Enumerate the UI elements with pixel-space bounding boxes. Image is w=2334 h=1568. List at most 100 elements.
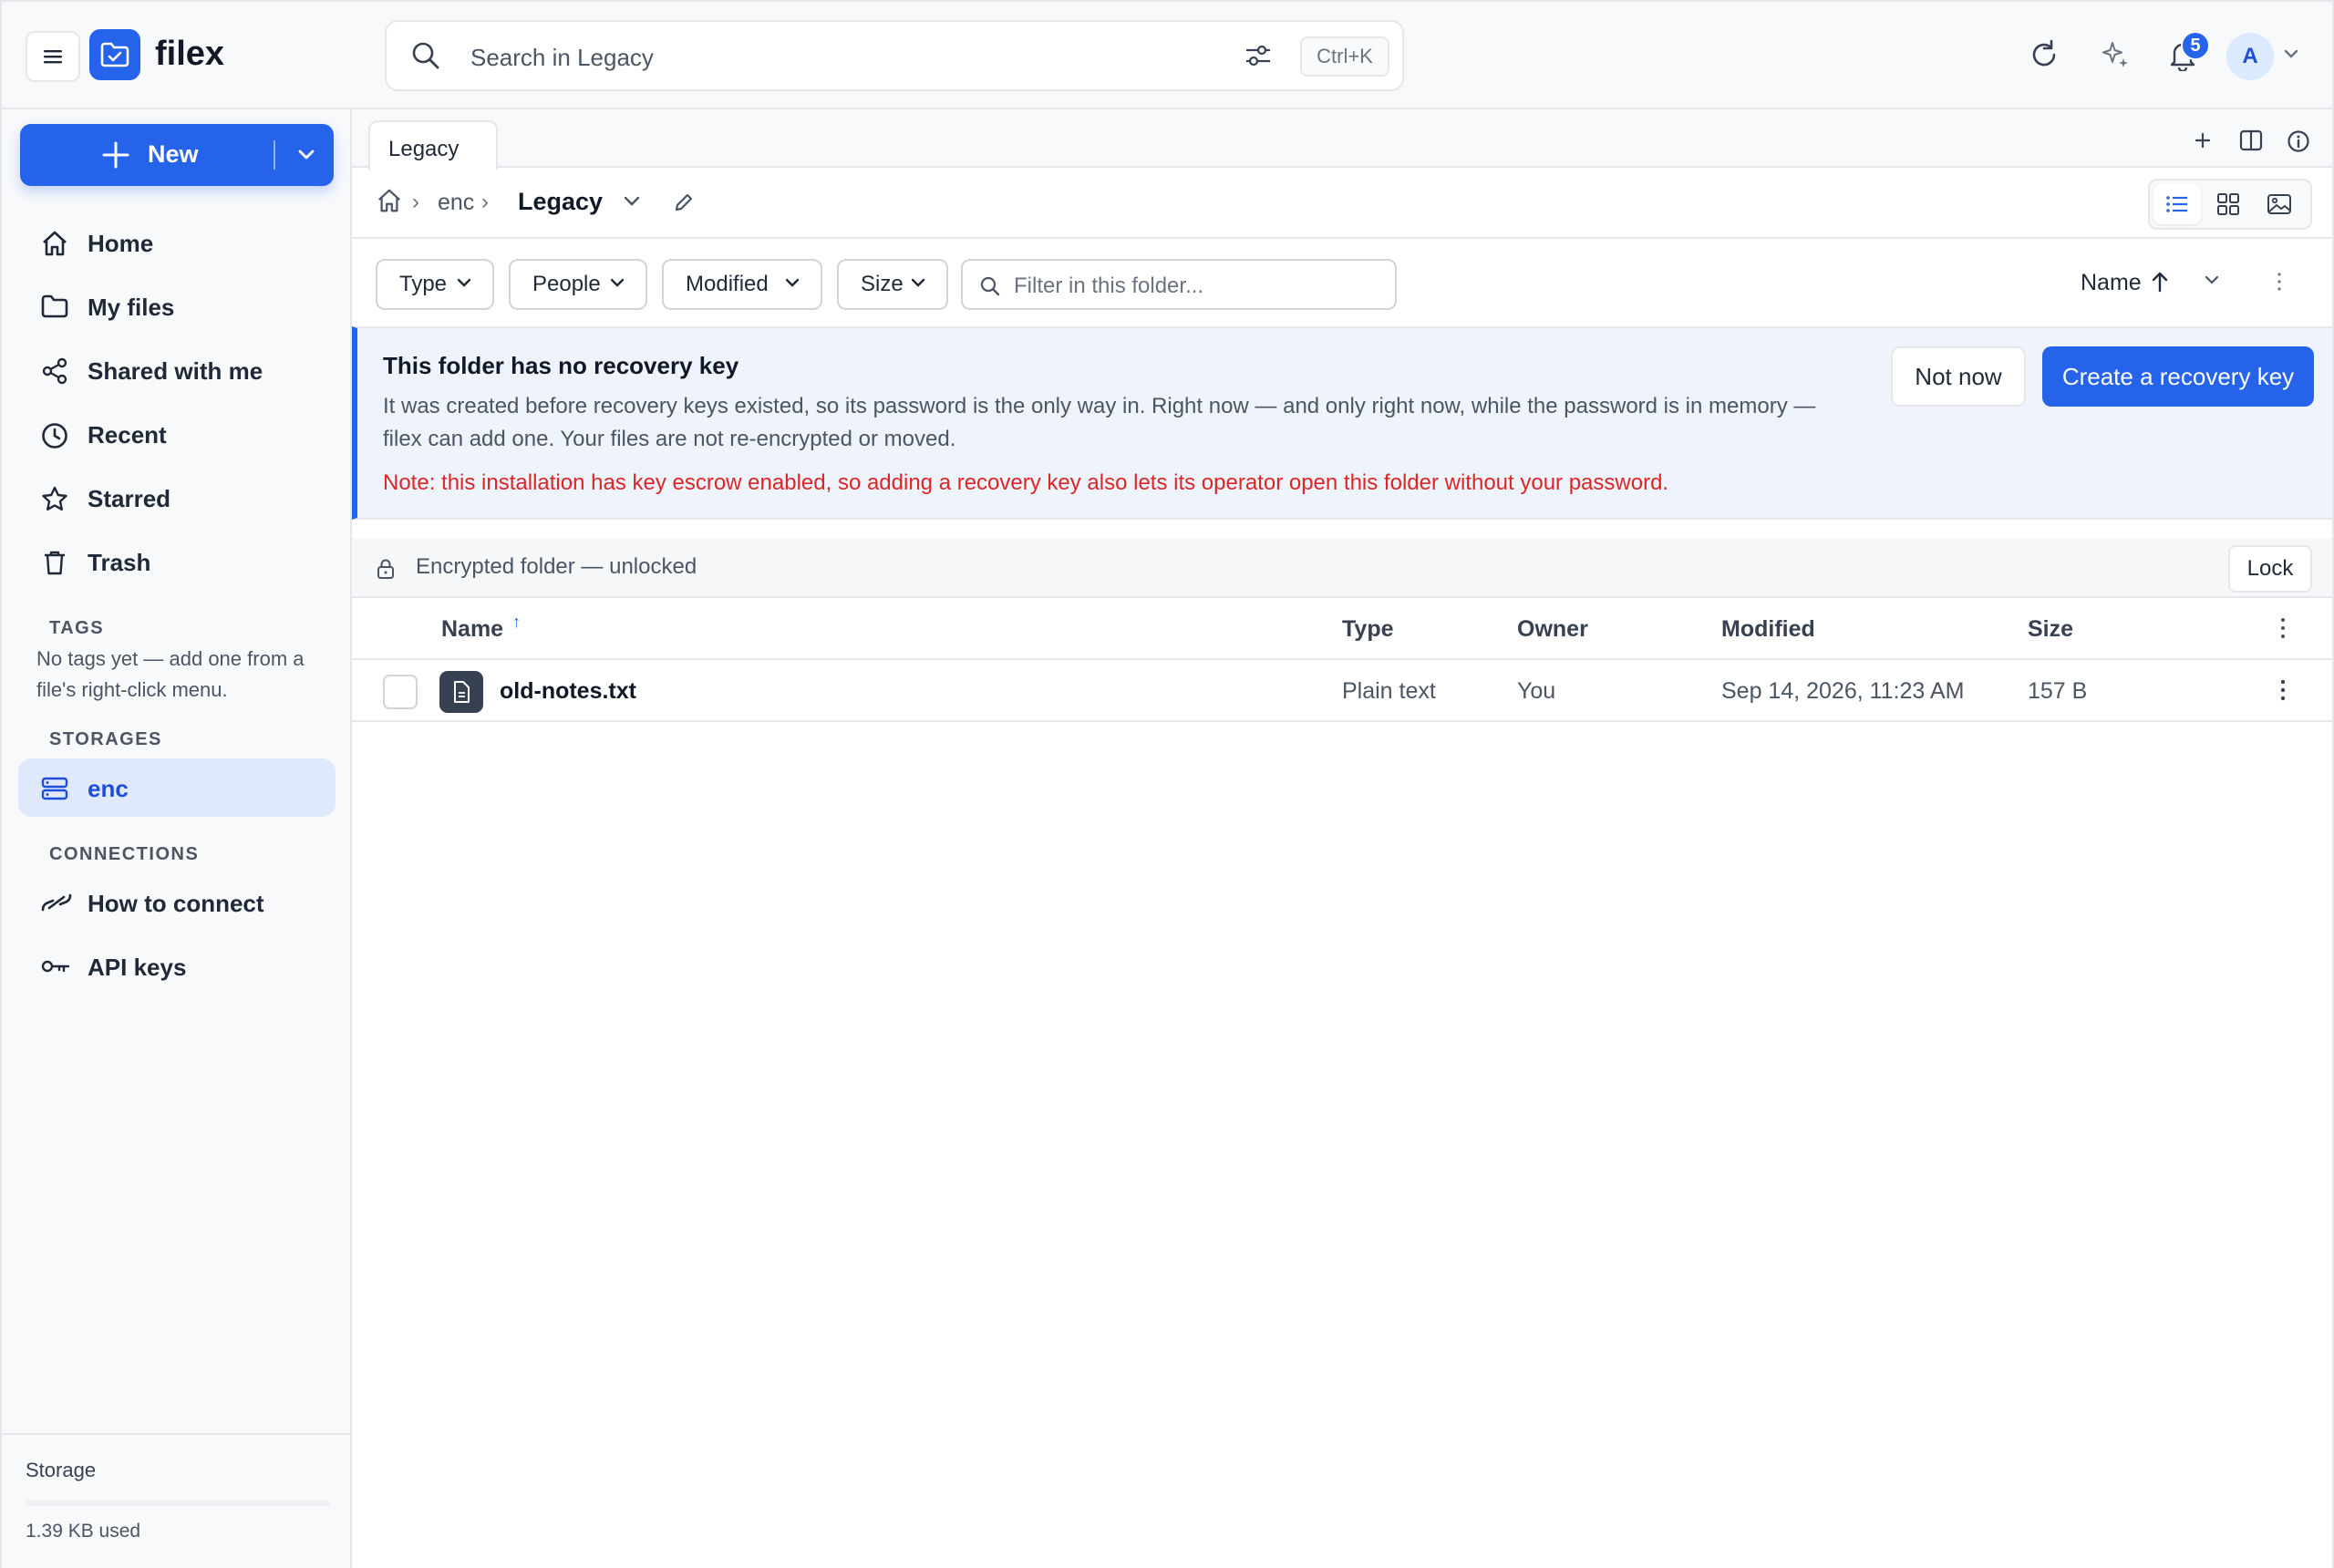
refresh-icon[interactable] — [2028, 38, 2060, 71]
column-name[interactable]: Name — [441, 616, 503, 643]
chevron-down-icon[interactable] — [2203, 273, 2221, 288]
arrow-up-icon[interactable] — [2150, 270, 2170, 294]
filter-type[interactable]: Type — [376, 259, 494, 310]
breadcrumb-root[interactable]: enc — [438, 190, 474, 216]
menu-button[interactable] — [26, 31, 80, 82]
folder-icon — [41, 294, 68, 318]
info-icon[interactable] — [2287, 129, 2310, 153]
storage-usage: Storage 1.39 KB used — [2, 1433, 350, 1568]
sidebar-item-how-to-connect[interactable]: How to connect — [18, 873, 336, 932]
sidebar-item-label: My files — [88, 294, 175, 321]
not-now-button[interactable]: Not now — [1891, 346, 2026, 407]
top-bar: filex Search in Legacy Ctrl+K 5 A — [2, 2, 2332, 109]
lock-button[interactable]: Lock — [2228, 545, 2312, 593]
chevron-down-icon[interactable] — [295, 144, 317, 166]
clock-icon — [42, 423, 67, 449]
search-box[interactable]: Search in Legacy Ctrl+K — [385, 20, 1404, 91]
new-button-divider — [274, 140, 275, 170]
more-vertical-icon[interactable] — [2279, 616, 2287, 640]
sidebar-item-shared-with-me[interactable]: Shared with me — [18, 341, 336, 399]
filter-modified[interactable]: Modified — [662, 259, 822, 310]
storage-used: 1.39 KB used — [26, 1521, 141, 1542]
chevron-down-icon[interactable] — [2283, 47, 2299, 60]
key-icon — [41, 960, 70, 973]
column-owner[interactable]: Owner — [1517, 616, 1588, 643]
sidebar: New Home My files Shared with me Recent … — [2, 109, 352, 1568]
grid-view-button[interactable] — [2205, 184, 2252, 224]
banner-body: It was created before recovery keys exis… — [383, 394, 1816, 451]
sidebar-item-label: Recent — [88, 421, 167, 449]
grid-icon — [2217, 193, 2239, 215]
list-icon — [2166, 196, 2187, 212]
gallery-view-button[interactable] — [2256, 184, 2303, 224]
banner-warning-note: Note: this installation has key escrow e… — [383, 470, 1669, 495]
file-modified: Sep 14, 2026, 11:23 AM — [1721, 678, 1965, 704]
folder-check-icon — [100, 42, 129, 67]
file-name[interactable]: old-notes.txt — [500, 678, 636, 705]
sidebar-item-label: Trash — [88, 549, 151, 576]
sidebar-item-recent[interactable]: Recent — [18, 405, 336, 463]
banner-title: This folder has no recovery key — [383, 352, 739, 379]
share-icon — [42, 357, 67, 385]
sidebar-item-label: Home — [88, 230, 154, 257]
sliders-icon[interactable] — [1244, 42, 1273, 69]
sparkle-icon[interactable] — [2099, 38, 2132, 71]
sidebar-item-api-keys[interactable]: API keys — [18, 937, 336, 995]
column-size[interactable]: Size — [2028, 616, 2073, 643]
home-icon[interactable] — [376, 188, 403, 213]
sort-field[interactable]: Name — [2081, 270, 2142, 296]
notification-badge: 5 — [2181, 31, 2210, 60]
filter-label: Modified — [686, 272, 769, 296]
filter-label: Type — [399, 272, 448, 296]
chevron-down-icon — [610, 278, 625, 287]
folder-filter-input[interactable]: Filter in this folder... — [961, 259, 1397, 310]
file-type: Plain text — [1342, 678, 1436, 704]
add-tab-icon[interactable] — [2192, 129, 2214, 151]
app-logo[interactable] — [89, 29, 140, 80]
sidebar-item-home[interactable]: Home — [18, 213, 336, 272]
sidebar-item-trash[interactable]: Trash — [18, 532, 336, 591]
column-modified[interactable]: Modified — [1721, 616, 1815, 643]
column-type[interactable]: Type — [1342, 616, 1394, 643]
storage-title: Storage — [26, 1459, 97, 1481]
breadcrumb-current[interactable]: Legacy — [518, 188, 603, 216]
row-checkbox[interactable] — [383, 675, 418, 709]
more-vertical-icon[interactable] — [2279, 678, 2287, 702]
sidebar-item-my-files[interactable]: My files — [18, 277, 336, 335]
file-owner: You — [1517, 678, 1556, 704]
pencil-icon[interactable] — [673, 191, 695, 213]
link-icon — [41, 893, 72, 912]
filter-people[interactable]: People — [509, 259, 647, 310]
tab-legacy[interactable]: Legacy — [368, 120, 498, 170]
hamburger-icon — [44, 50, 62, 64]
filter-size[interactable]: Size — [837, 259, 948, 310]
more-vertical-icon[interactable] — [2276, 272, 2283, 292]
app-name: filex — [155, 35, 225, 73]
encryption-status: Encrypted folder — unlocked — [416, 554, 697, 579]
sidebar-item-enc[interactable]: enc — [18, 758, 336, 817]
list-view-button[interactable] — [2153, 184, 2201, 224]
document-icon — [454, 681, 470, 703]
chevron-down-icon[interactable] — [622, 193, 642, 210]
filter-label: People — [532, 272, 601, 296]
view-switcher — [2148, 179, 2312, 230]
sidebar-item-starred[interactable]: Starred — [18, 469, 336, 527]
tags-section-label: TAGS — [49, 618, 105, 638]
avatar[interactable]: A — [2226, 33, 2274, 80]
main-panel: Legacy › enc › Legacy Type People Modifi… — [352, 109, 2332, 1568]
sidebar-item-label: enc — [88, 775, 129, 802]
search-shortcut: Ctrl+K — [1300, 36, 1389, 77]
search-input[interactable]: Search in Legacy — [470, 44, 654, 72]
chevron-down-icon — [911, 278, 925, 287]
storages-section-label: STORAGES — [49, 729, 162, 749]
new-button-label: New — [148, 140, 199, 168]
chevron-down-icon — [785, 278, 800, 287]
star-icon — [42, 486, 67, 511]
file-size: 157 B — [2028, 678, 2088, 704]
breadcrumb: › enc › Legacy — [352, 168, 2332, 239]
new-button[interactable]: New — [20, 124, 334, 186]
table-row[interactable]: old-notes.txt Plain text You Sep 14, 202… — [352, 660, 2332, 722]
create-recovery-key-button[interactable]: Create a recovery key — [2042, 346, 2314, 407]
split-view-icon[interactable] — [2239, 129, 2263, 151]
image-icon — [2267, 194, 2291, 214]
